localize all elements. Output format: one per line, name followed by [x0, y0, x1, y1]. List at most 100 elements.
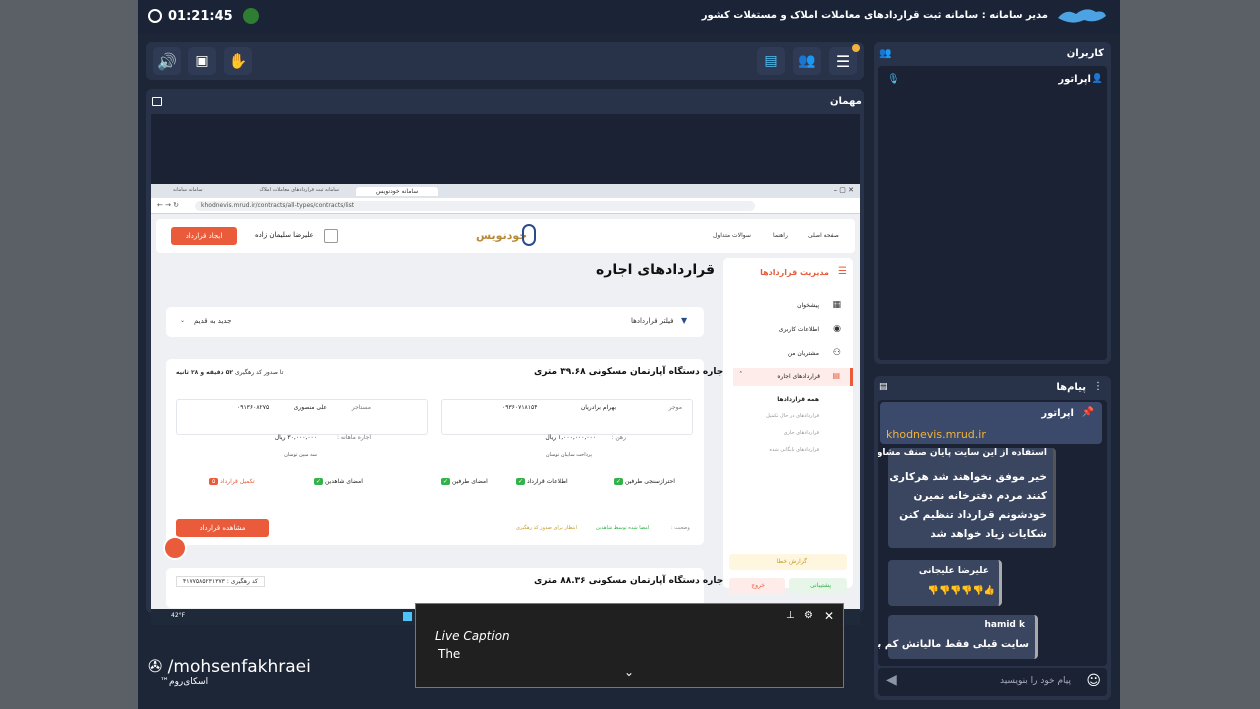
profile-icon: ◉ — [833, 324, 841, 334]
contract-title[interactable]: اجاره دستگاه آپارتمان مسکونی ۸۸.۳۶ متری — [534, 576, 726, 586]
users-toggle-button[interactable]: 👥 — [793, 47, 821, 75]
volume-button[interactable]: 🔊 — [153, 47, 181, 75]
briefcase-icon: ▣ — [195, 53, 209, 69]
hand-icon: ✋ — [228, 52, 248, 70]
settings-icon[interactable]: ⚙ — [804, 610, 813, 621]
send-icon[interactable]: ◀ — [886, 672, 897, 688]
message-reply: استفاده از این سایت پایان صنف مشاورین... — [878, 448, 1047, 458]
logout-button[interactable]: خروج — [729, 578, 785, 594]
tenant-wallet: سه مبین توسان — [284, 452, 317, 458]
contract-title[interactable]: اجاره دستگاه آپارتمان مسکونی ۳۹.۶۸ متری — [534, 367, 726, 377]
sidebar-item-customers[interactable]: مشتریان من — [788, 350, 819, 357]
pin-icon: 📌 — [1081, 407, 1094, 418]
emoji-icon[interactable]: ☺ — [1086, 673, 1101, 689]
sub-item-all[interactable]: همه قراردادها — [777, 396, 819, 403]
landlord-phone: ۰۹۳۶۰۷۱۸۱۵۴ — [502, 404, 538, 411]
step-complete: تکمیل قرارداد ۵ — [209, 478, 255, 485]
sidebar-item-profile[interactable]: اطلاعات کاربری — [779, 326, 819, 333]
chat-toggle-button[interactable]: ▤ — [757, 47, 785, 75]
pinned-message[interactable]: اپراتور 📌 khodnevis.mrud.ir — [880, 402, 1102, 444]
menu-button[interactable]: ☰ — [829, 44, 860, 75]
pin-icon[interactable]: ⊥ — [786, 610, 795, 621]
tenant-name: علی منصوری — [293, 404, 327, 411]
chat-bubble-icon: ▤ — [879, 382, 888, 392]
step-sign-parties: امضای طرفین ✓ — [441, 478, 488, 485]
caption-title: Live Caption — [435, 629, 510, 643]
stage-label: مهمان — [830, 96, 862, 107]
shared-screen: سامانه خودنویس سامانه ثبت قراردادهای معا… — [151, 184, 860, 609]
weather-temp: 42°F — [171, 612, 186, 619]
chat-panel: پیام‌ها ⋮ ▤ اپراتور 📌 khodnevis.mrud.ir … — [874, 376, 1111, 700]
sort-dropdown[interactable]: جدید به قدیم — [194, 317, 231, 325]
view-contract-button[interactable]: مشاهده قرارداد — [176, 519, 269, 537]
chevron-down-icon[interactable]: ⌄ — [624, 665, 634, 679]
raise-hand-button[interactable]: ✋ — [224, 47, 252, 75]
sub-item-in-progress[interactable]: قراردادهای در حال تکمیل — [766, 413, 819, 419]
users-list: اپراتور 👤 🎙 — [878, 66, 1107, 360]
rent-label: اجاره ماهانه : — [336, 434, 371, 441]
browser-tab[interactable]: سامانه ثبت قراردادهای معاملات املاک و مس… — [259, 187, 339, 193]
users-icon: 👥 — [879, 48, 892, 59]
chat-title: پیام‌ها — [1056, 382, 1086, 393]
browser-tabs: سامانه خودنویس سامانه ثبت قراردادهای معا… — [151, 184, 860, 198]
nav-guide[interactable]: راهنما — [773, 232, 788, 239]
deposit-label: رهن : — [611, 434, 626, 441]
watermark-handle: /mohsenfakhraei — [167, 657, 311, 677]
message-input-placeholder: پیام خود را بنویسید — [999, 676, 1071, 686]
message-author: hamid k — [984, 620, 1025, 630]
share-button[interactable]: ▣ — [188, 47, 216, 75]
deposit-value: ۱,۰۰۰,۰۰۰,۰۰۰ ریال — [545, 434, 596, 441]
tenant-box: مستاجر علی منصوری ۰۹۱۳۶۰۸۲۷۵ اجاره ماهان… — [176, 399, 428, 458]
chat-icon: ▤ — [764, 53, 778, 69]
site-chat-button[interactable] — [163, 536, 187, 560]
check-icon: ✓ — [314, 478, 324, 485]
nav-faq[interactable]: سوالات متداول — [713, 232, 751, 239]
tenant-label: مستاجر — [351, 404, 371, 411]
message-author: علیرضا علیجانی — [918, 566, 989, 576]
status-signed: امضا شده توسط شاهدین — [596, 525, 650, 531]
url-field[interactable]: khodnevis.mrud.ir/contracts/all-types/co… — [195, 201, 755, 211]
customers-icon: ⚇ — [832, 348, 841, 358]
app-title: مدیر سامانه : سامانه ثبت قراردادهای معام… — [701, 10, 1048, 21]
watermark-brand: اسکای‌روم™ — [160, 677, 209, 687]
step-identity: احتراز‌سنجی طرفین ✓ — [614, 478, 675, 485]
user-name[interactable]: علیرضا سلیمان زاده — [255, 231, 314, 239]
sidebar-item-rentals[interactable]: قراردادهای اجاره ▤ ˆ — [733, 368, 853, 386]
nav-home[interactable]: صفحه اصلی — [808, 232, 839, 239]
chat-messages: اپراتور 📌 khodnevis.mrud.ir استفاده از ا… — [878, 400, 1107, 666]
report-error-button[interactable]: گزارش خطا — [729, 554, 847, 570]
landlord-box: موجر بهرام برادریان ۰۹۳۶۰۷۱۸۱۵۴ رهن : ۱,… — [441, 399, 693, 458]
message-text: خیر موفق نخواهند شد هرکاری کنند مردم دفت… — [889, 471, 1047, 540]
clock-icon — [148, 9, 162, 23]
message-input[interactable]: پیام خود را بنویسید ☺ ◀ — [878, 668, 1107, 696]
support-button[interactable]: پشتیبانی — [789, 578, 847, 594]
caption-text: The — [438, 647, 461, 661]
film-icon: ✇ — [148, 657, 163, 677]
step-sign-witness: امضای شاهدین ✓ — [314, 478, 363, 485]
microphone-icon[interactable]: 🎙 — [887, 74, 900, 85]
filter-button[interactable]: فیلتر قراردادها — [631, 317, 674, 325]
hamburger-icon: ☰ — [835, 51, 851, 71]
sub-item-archived[interactable]: قراردادهای بایگانی شده — [769, 447, 819, 453]
live-caption-window: ⊥ ⚙ ✕ Live Caption The ⌄ — [415, 603, 844, 688]
tracking-code: کد رهگیری : ۴۱۷۷۵۸۵۲۳۱۳۷۳ — [176, 576, 265, 587]
sub-item-current[interactable]: قراردادهای جاری — [784, 430, 819, 436]
back-icon[interactable]: ← → ↻ — [157, 201, 179, 209]
stage-area — [151, 114, 860, 184]
tenant-phone: ۰۹۱۳۶۰۸۲۷۵ — [237, 404, 270, 411]
check-icon: ✓ — [614, 478, 624, 485]
browser-tab[interactable]: سامانه خودنویس — [356, 187, 439, 196]
user-operator[interactable]: اپراتور — [1058, 74, 1091, 85]
chevron-down-icon: ⌄ — [180, 317, 186, 324]
browser-tab[interactable]: سامانه سامانه — [173, 187, 203, 193]
create-contract-button[interactable]: ایجاد قرارداد — [171, 227, 237, 245]
pinned-link[interactable]: khodnevis.mrud.ir — [886, 428, 986, 441]
close-icon[interactable]: ✕ — [824, 609, 834, 623]
chat-message: hamid k سایت قبلی فقط مالیاتش کم بود؟ — [878, 615, 1038, 659]
sidebar-title: مدیریت قراردادها — [760, 268, 829, 277]
start-icon[interactable] — [403, 612, 412, 621]
browser-window-controls[interactable]: – ▢ ✕ — [834, 186, 854, 194]
landlord-wallet: پرداخت سایبان توسان — [545, 452, 592, 458]
more-options-icon[interactable]: ⋮ — [1093, 381, 1103, 392]
sidebar-item-dashboard[interactable]: پیشخوان — [797, 302, 819, 309]
